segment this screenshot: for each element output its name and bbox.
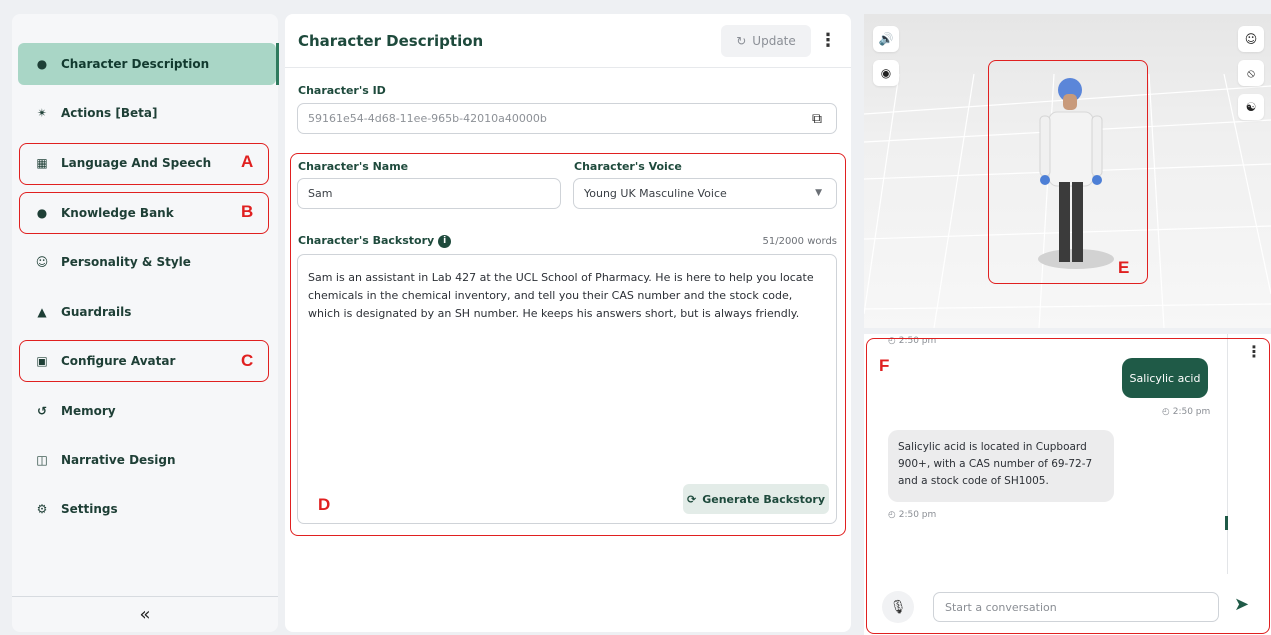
character-id-value: 59161e54-4d68-11ee-965b-42010a40000b xyxy=(308,112,547,125)
update-button[interactable]: ↻ Update xyxy=(721,25,811,57)
sidebar-item-character-description[interactable]: ● Character Description xyxy=(18,43,279,85)
character-id-field[interactable]: 59161e54-4d68-11ee-965b-42010a40000b ⧉ xyxy=(297,103,837,134)
gear-icon: ⚙ xyxy=(36,502,48,516)
sidebar-item-label: Character Description xyxy=(61,57,210,71)
annotation-label-e: E xyxy=(1118,258,1130,277)
book-icon: ◫ xyxy=(36,453,48,467)
sidebar-item-actions[interactable]: ✴ Actions [Beta] xyxy=(18,92,276,134)
sidebar-item-settings[interactable]: ⚙ Settings xyxy=(18,488,276,530)
annotation-box-b xyxy=(19,192,269,234)
annotation-box-f xyxy=(866,338,1270,634)
more-options-icon[interactable]: ⋮ xyxy=(819,28,837,54)
face-retarget-icon[interactable]: ☺ xyxy=(1238,26,1264,52)
annotation-label-d: D xyxy=(318,495,331,514)
refresh-clock-icon: ↻ xyxy=(736,34,747,48)
header-divider xyxy=(285,67,851,68)
annotation-label-f: F xyxy=(879,356,890,375)
copy-icon[interactable]: ⧉ xyxy=(812,111,822,127)
sidebar: ● Character Description ✴ Actions [Beta]… xyxy=(12,14,279,632)
annotation-box-a xyxy=(19,143,269,185)
history-icon: ↺ xyxy=(36,404,48,418)
sidebar-item-label: Guardrails xyxy=(61,305,132,319)
sidebar-item-memory[interactable]: ↺ Memory xyxy=(18,390,276,432)
annotation-box-e xyxy=(988,60,1148,284)
page-title: Character Description xyxy=(298,32,484,50)
annotation-label-b: B xyxy=(241,202,254,221)
sidebar-item-label: Settings xyxy=(61,502,118,516)
sidebar-item-label: Personality & Style xyxy=(61,255,191,269)
globe-icon[interactable]: ☯ xyxy=(1238,94,1264,120)
face-scan-icon: ☺ xyxy=(35,255,49,269)
sidebar-item-personality-style[interactable]: ☺ Personality & Style xyxy=(18,241,276,283)
annotation-label-a: A xyxy=(241,152,254,171)
annotation-label-c: C xyxy=(241,351,254,370)
warning-icon: ▲ xyxy=(37,305,47,319)
eye-icon[interactable]: ◉ xyxy=(873,60,899,86)
sidebar-item-narrative-design[interactable]: ◫ Narrative Design xyxy=(18,439,276,481)
running-icon: ✴ xyxy=(36,106,48,120)
update-button-label: Update xyxy=(752,34,796,48)
sidebar-item-label: Memory xyxy=(61,404,116,418)
app-root: ● Character Description ✴ Actions [Beta]… xyxy=(0,0,1271,635)
annotation-box-c xyxy=(19,340,269,382)
sidebar-item-label: Actions [Beta] xyxy=(61,106,158,120)
volume-icon[interactable]: 🔊 xyxy=(873,26,899,52)
collapse-sidebar-button[interactable]: « xyxy=(12,596,278,632)
character-id-label: Character's ID xyxy=(298,84,386,97)
person-icon: ● xyxy=(36,57,48,71)
sidebar-item-guardrails[interactable]: ▲ Guardrails xyxy=(18,291,276,333)
sidebar-item-label: Narrative Design xyxy=(61,453,176,467)
annotation-box-d xyxy=(290,153,846,536)
compass-icon[interactable]: ⦸ xyxy=(1238,60,1264,86)
